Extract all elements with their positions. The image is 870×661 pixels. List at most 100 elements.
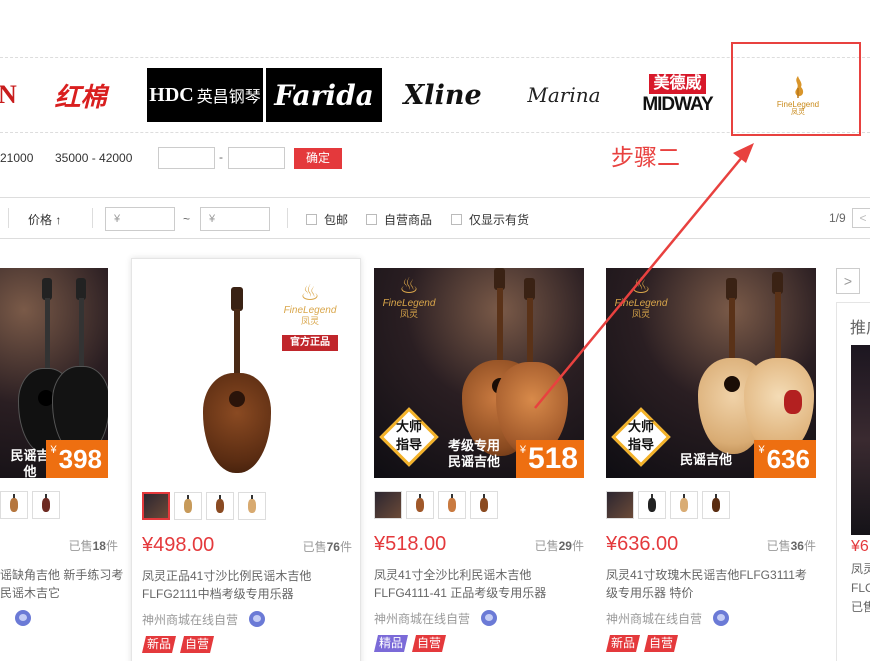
brand-xline-text: Xline	[403, 79, 482, 111]
image-price-badge: ¥ 518	[515, 440, 584, 478]
badge-line: 指导	[627, 437, 654, 452]
filter-in-stock[interactable]: 仅显示有货	[451, 211, 529, 228]
product-title[interactable]: 凤灵41寸全沙比利民谣木吉他 FLFG4111-41 正品考级专用乐器	[374, 566, 589, 602]
chat-icon[interactable]	[249, 611, 265, 627]
thumbnail-list	[0, 491, 60, 521]
price-range-option-1[interactable]: 21000	[0, 151, 33, 165]
folk-guitar-text: 民谣吉他	[10, 448, 50, 478]
product-image[interactable]: ♨ FineLegend 凤灵 官方正品	[142, 269, 352, 479]
product-price: ¥498.00	[142, 534, 215, 556]
thumbnail[interactable]	[32, 491, 60, 519]
finelegend-logo: ♨ FineLegend 凤灵	[374, 273, 444, 320]
custom-price-min-input[interactable]	[158, 147, 215, 169]
folk-guitar-text: 考级专用 民谣吉他	[444, 438, 504, 470]
thumbnail[interactable]	[142, 492, 170, 520]
brand-logo-hongmian[interactable]: 红棉	[28, 68, 133, 122]
tag-list: 精品 自营	[374, 635, 446, 652]
finelegend-logo: ♨ FineLegend 凤灵	[606, 274, 676, 320]
product-title[interactable]: 凤灵正品41寸沙比例民谣木吉他 FLFG2111中档考级专用乐器	[142, 567, 357, 603]
brand-marina-text: Marina	[527, 83, 601, 107]
shop-name[interactable]: 神州商城在线自营	[374, 610, 470, 627]
checkbox-icon[interactable]	[306, 214, 317, 225]
product-card[interactable]: 民谣吉他 ¥ 398 已售18件 谣缺角吉他 新手练习考 民谣木吉它	[0, 258, 123, 661]
logo-cn: 凤灵	[300, 316, 319, 326]
thumbnail[interactable]	[374, 491, 402, 519]
recommend-product-image[interactable]	[851, 345, 870, 535]
thumbnail[interactable]	[702, 491, 730, 519]
chat-icon[interactable]	[713, 610, 729, 626]
brand-logo-marina[interactable]: Marina	[510, 68, 618, 122]
brand-logo-farida[interactable]: Farida	[266, 68, 382, 122]
flame-icon: ♨	[300, 280, 320, 305]
filter-price-min-input[interactable]: ¥	[105, 207, 175, 231]
step-two-label: 步骤二	[611, 145, 680, 171]
sold-prefix: 已售	[766, 539, 791, 553]
product-card[interactable]: ♨ FineLegend 凤灵 大师 指导 考级专用 民谣吉他 ¥ 518 ¥5…	[364, 258, 594, 661]
shop-name[interactable]: 神州商城在线自营	[142, 611, 238, 628]
sold-count: 已售76件	[252, 538, 352, 555]
title-line: 凤灵正品41寸沙比例民谣木吉他	[142, 569, 312, 583]
sold-number: 36	[790, 539, 804, 553]
sort-by-price[interactable]: 价格 ↑	[28, 211, 61, 228]
pager-prev-button[interactable]: <	[852, 208, 870, 228]
tag-new: 新品	[142, 636, 176, 653]
master-guide-badge: 大师 指导	[611, 407, 671, 467]
recommend-next-button[interactable]: >	[836, 268, 860, 294]
product-image[interactable]: ♨ FineLegend 凤灵 大师 指导 考级专用 民谣吉他 ¥ 518	[374, 268, 584, 478]
thumbnail[interactable]	[606, 491, 634, 519]
chat-icon[interactable]	[15, 610, 31, 626]
filter-price-max-input[interactable]: ¥	[200, 207, 270, 231]
yen-sign: ¥	[519, 444, 526, 456]
thumbnail[interactable]	[406, 491, 434, 519]
thumbnail[interactable]	[0, 491, 28, 519]
custom-price-max-input[interactable]	[228, 147, 285, 169]
price-range-option-2[interactable]: 35000 - 42000	[55, 151, 132, 165]
filter-free-shipping[interactable]: 包邮	[306, 211, 348, 228]
thumbnail[interactable]	[238, 492, 266, 520]
badge-line: 大师	[627, 419, 654, 434]
product-card[interactable]: ♨ FineLegend 凤灵 官方正品 ¥498.00 已售76件 凤灵正品4…	[131, 258, 361, 661]
image-price-number: 636	[766, 444, 810, 474]
brand-hdc-en: HDC	[149, 83, 194, 106]
title-line: FLFG2111中档考级专用乐器	[142, 587, 294, 601]
filter-self-operated[interactable]: 自营商品	[366, 211, 432, 228]
finelegend-logo: ♨ FineLegend 凤灵	[278, 280, 342, 327]
image-price-badge: ¥ 636	[754, 440, 816, 478]
thumbnail-list	[142, 492, 266, 522]
checkbox-icon[interactable]	[366, 214, 377, 225]
brand-logo-xline[interactable]: Xline	[390, 68, 495, 122]
brand-logo-hdc[interactable]: HDC 英昌钢琴	[147, 68, 263, 122]
tag-new: 新品	[606, 635, 640, 652]
sold-prefix: 已售	[302, 540, 327, 554]
sold-suffix: 件	[571, 539, 584, 553]
product-title[interactable]: 谣缺角吉他 新手练习考 民谣木吉它	[0, 566, 123, 602]
folk-line: 民谣吉他	[447, 454, 500, 469]
product-image[interactable]: ♨ FineLegend 凤灵 大师 指导 民谣吉他 ¥ 636	[606, 268, 816, 478]
price-range-row: 21000 35000 - 42000 - 确定	[0, 147, 600, 171]
flame-icon: ♨	[399, 273, 419, 298]
recommend-line: FLC	[851, 581, 870, 595]
confirm-button[interactable]: 确定	[294, 148, 342, 169]
sold-suffix: 件	[339, 540, 352, 554]
product-card[interactable]: ♨ FineLegend 凤灵 大师 指导 民谣吉他 ¥ 636 ¥636.00…	[596, 258, 826, 661]
sold-count: 已售18件	[0, 537, 118, 554]
chat-icon[interactable]	[481, 610, 497, 626]
filter-in-stock-label: 仅显示有货	[469, 213, 530, 227]
checkbox-icon[interactable]	[451, 214, 462, 225]
thumbnail[interactable]	[670, 491, 698, 519]
brand-logo-midway[interactable]: 美德威 MIDWAY	[630, 68, 725, 122]
product-price: ¥636.00	[606, 533, 679, 555]
product-title[interactable]: 凤灵41寸玫瑰木民谣吉他FLFG3111考 级专用乐器 特价	[606, 566, 821, 602]
divider	[8, 208, 9, 228]
thumbnail[interactable]	[438, 491, 466, 519]
thumbnail-list	[606, 491, 730, 521]
product-image[interactable]: 民谣吉他 ¥ 398	[0, 268, 108, 478]
recommend-text[interactable]: 凤灵 FLC 已售	[851, 560, 870, 617]
shop-name[interactable]: 神州商城在线自营	[606, 610, 702, 627]
thumbnail[interactable]	[206, 492, 234, 520]
thumbnail[interactable]	[470, 491, 498, 519]
thumbnail[interactable]	[638, 491, 666, 519]
thumbnail[interactable]	[174, 492, 202, 520]
page: N 红棉 HDC 英昌钢琴 Farida Xline Marina 美德威 MI…	[0, 0, 870, 661]
brand-logo-partial[interactable]: N	[0, 68, 20, 122]
